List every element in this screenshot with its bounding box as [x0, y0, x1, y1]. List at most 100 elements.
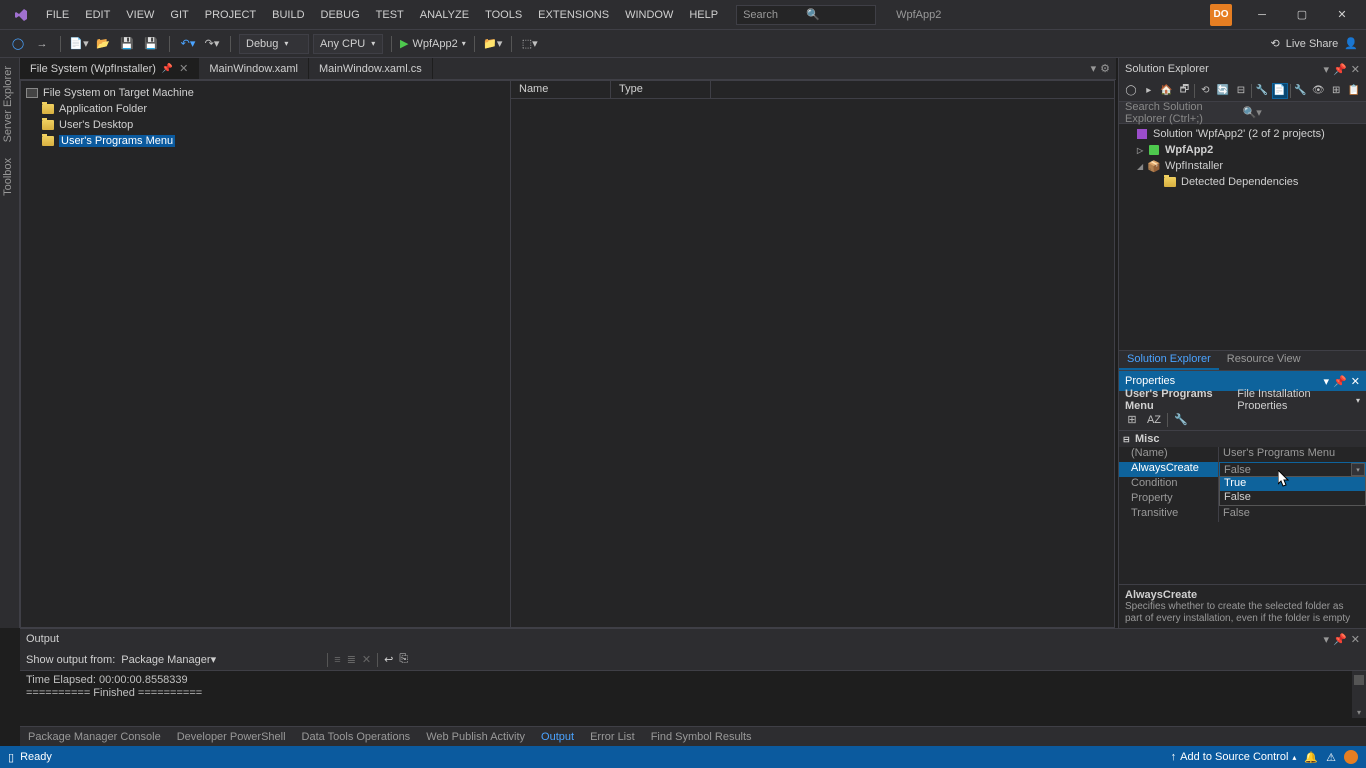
menu-help[interactable]: HELP [681, 5, 726, 25]
fs-folder-node[interactable]: Application Folder [25, 101, 506, 117]
bottom-tab[interactable]: Package Manager Console [20, 729, 169, 745]
bottom-tab[interactable]: Web Publish Activity [418, 729, 533, 745]
se-switch-icon[interactable]: 🗗 [1177, 83, 1193, 99]
menu-git[interactable]: GIT [162, 5, 196, 25]
scroll-thumb[interactable] [1354, 675, 1364, 685]
toolbox-tab[interactable]: Toolbox [0, 150, 16, 204]
config-combo[interactable]: Debug▾ [239, 34, 309, 54]
redo-button[interactable]: ↷▾ [202, 34, 222, 54]
menu-test[interactable]: TEST [368, 5, 412, 25]
se-wrench-icon[interactable]: 🔧 [1254, 83, 1270, 99]
se-sync-icon[interactable]: ⟲ [1197, 83, 1213, 99]
add-source-control-button[interactable]: ↑Add to Source Control▴ [1171, 751, 1297, 763]
misc-button[interactable]: ⬚▾ [520, 34, 540, 54]
save-button[interactable]: 💾 [117, 34, 137, 54]
tabs-settings-icon[interactable]: ⚙ [1100, 62, 1110, 75]
prop-row-transitive[interactable]: TransitiveFalse [1119, 507, 1366, 522]
prop-pages-icon[interactable]: 🔧 [1172, 411, 1190, 429]
project-wpfinstaller[interactable]: ◢📦 WpfInstaller [1119, 158, 1366, 174]
properties-grid[interactable]: ⊟Misc (Name)User's Programs MenuAlwaysCr… [1119, 431, 1366, 584]
doc-tab[interactable]: MainWindow.xaml.cs [309, 58, 433, 79]
properties-object-selector[interactable]: User's Programs Menu File Installation P… [1119, 391, 1366, 409]
tabs-dropdown-icon[interactable]: ▾ [1091, 62, 1097, 75]
prop-categorized-icon[interactable]: ⊞ [1123, 411, 1141, 429]
out-clear2-icon[interactable]: ✕ [362, 653, 371, 666]
menu-analyze[interactable]: ANALYZE [412, 5, 477, 25]
se-properties-icon[interactable]: 🔧 [1293, 83, 1309, 99]
dropdown-option-true[interactable]: True [1220, 477, 1365, 491]
se-back-icon[interactable]: ◯ [1123, 83, 1139, 99]
out-clear-icon[interactable]: ≡ [334, 654, 340, 666]
bottom-tab[interactable]: Output [533, 729, 582, 745]
status-flag-icon[interactable] [1344, 750, 1358, 764]
prop-dropdown-popup[interactable]: True False [1219, 476, 1366, 506]
bottom-tab[interactable]: Developer PowerShell [169, 729, 294, 745]
bottom-tab[interactable]: Error List [582, 729, 643, 745]
status-notify-icon[interactable]: 🔔 [1304, 751, 1318, 764]
start-debug-button[interactable]: ▶WpfApp2▾ [400, 37, 466, 50]
se-tab-resource[interactable]: Resource View [1219, 351, 1309, 370]
server-explorer-tab[interactable]: Server Explorer [0, 58, 16, 150]
filesystem-tree[interactable]: File System on Target Machine Applicatio… [21, 81, 511, 627]
menu-file[interactable]: FILE [38, 5, 77, 25]
close-tab-icon[interactable]: ✕ [179, 62, 188, 75]
se-preview-icon[interactable]: 👁 [1310, 83, 1326, 99]
out-goto-icon[interactable]: ⎘ [399, 653, 408, 666]
se-dropdown-icon[interactable]: ▾ [1324, 63, 1330, 76]
prop-pin-icon[interactable]: 📌 [1333, 375, 1347, 388]
se-home-icon[interactable]: 🏠 [1159, 83, 1175, 99]
status-warn-icon[interactable]: ⚠ [1326, 751, 1336, 764]
prop-dropdown-button[interactable]: ▾ [1351, 463, 1365, 476]
new-item-button[interactable]: 📄▾ [69, 34, 89, 54]
se-group-icon[interactable]: ⊞ [1328, 83, 1344, 99]
menu-debug[interactable]: DEBUG [313, 5, 368, 25]
doc-tab[interactable]: File System (WpfInstaller)📌✕ [20, 58, 199, 79]
out-toggle-icon[interactable]: ≣ [347, 653, 356, 666]
forward-button[interactable]: → [32, 34, 52, 54]
prop-dropdown-icon[interactable]: ▾ [1324, 375, 1330, 388]
se-view-icon[interactable]: 📋 [1346, 83, 1362, 99]
feedback-icon[interactable]: 👤 [1344, 37, 1358, 50]
doc-tab[interactable]: MainWindow.xaml [199, 58, 309, 79]
open-button[interactable]: 📂 [93, 34, 113, 54]
list-col-name[interactable]: Name [511, 81, 611, 98]
prop-alpha-icon[interactable]: AZ [1145, 411, 1163, 429]
fs-folder-node[interactable]: User's Desktop [25, 117, 506, 133]
solution-tree[interactable]: Solution 'WpfApp2' (2 of 2 projects) ▷ W… [1119, 124, 1366, 350]
solution-node[interactable]: Solution 'WpfApp2' (2 of 2 projects) [1119, 126, 1366, 142]
output-body[interactable]: Time Elapsed: 00:00:00.8558339 =========… [20, 671, 1366, 718]
output-scrollbar[interactable]: ▴ ▾ [1352, 671, 1366, 718]
bottom-tab[interactable]: Find Symbol Results [643, 729, 760, 745]
liveshare-button[interactable]: Live Share [1286, 38, 1339, 50]
prop-close-icon[interactable]: ✕ [1351, 375, 1360, 388]
fs-folder-node[interactable]: User's Programs Menu [25, 133, 506, 149]
detected-dependencies-node[interactable]: Detected Dependencies [1119, 174, 1366, 190]
output-source-combo[interactable]: Package Manager▾ [121, 653, 321, 666]
browse-button[interactable]: 📁▾ [483, 34, 503, 54]
dropdown-option-false[interactable]: False [1220, 491, 1365, 505]
scroll-down-icon[interactable]: ▾ [1352, 706, 1366, 718]
menu-build[interactable]: BUILD [264, 5, 312, 25]
close-button[interactable]: ✕ [1322, 0, 1362, 30]
search-box[interactable]: Search 🔍 [736, 5, 876, 25]
project-wpfapp2[interactable]: ▷ WpfApp2 [1119, 142, 1366, 158]
out-close-icon[interactable]: ✕ [1351, 633, 1360, 646]
se-refresh-icon[interactable]: 🔄 [1215, 83, 1231, 99]
se-fwd-icon[interactable]: ▸ [1141, 83, 1157, 99]
se-showall-icon[interactable]: 📄 [1272, 83, 1288, 99]
menu-tools[interactable]: TOOLS [477, 5, 530, 25]
out-dropdown-icon[interactable]: ▾ [1324, 633, 1330, 646]
se-collapse-icon[interactable]: ⊟ [1233, 83, 1249, 99]
menu-extensions[interactable]: EXTENSIONS [530, 5, 617, 25]
prop-row-name[interactable]: (Name)User's Programs Menu [1119, 447, 1366, 462]
se-tab-solution[interactable]: Solution Explorer [1119, 351, 1219, 370]
pin-icon[interactable]: 📌 [162, 63, 173, 74]
prop-category-misc[interactable]: ⊟Misc [1119, 431, 1366, 447]
out-wrap-icon[interactable]: ↩ [384, 653, 393, 666]
menu-project[interactable]: PROJECT [197, 5, 264, 25]
menu-window[interactable]: WINDOW [617, 5, 681, 25]
maximize-button[interactable]: ▢ [1282, 0, 1322, 30]
prop-row-alwayscreate[interactable]: AlwaysCreateFalse▾ [1119, 462, 1366, 477]
minimize-button[interactable]: ─ [1242, 0, 1282, 30]
menu-view[interactable]: VIEW [118, 5, 162, 25]
